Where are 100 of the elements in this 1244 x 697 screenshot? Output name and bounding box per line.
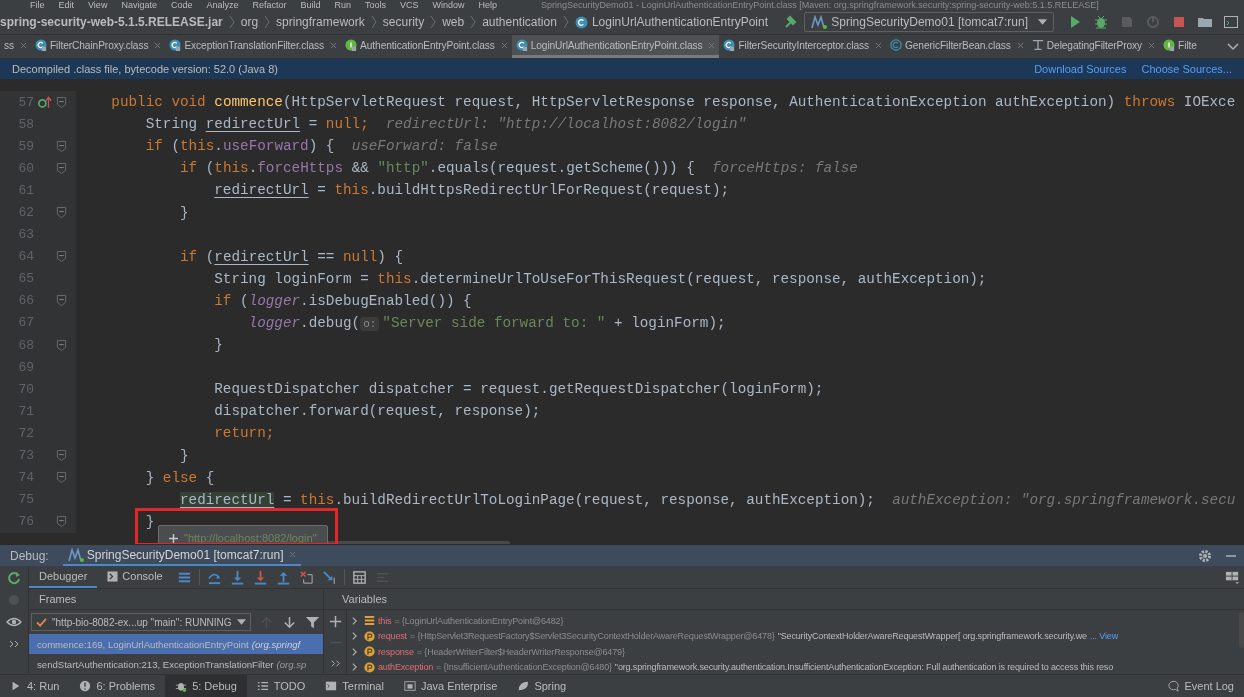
fold-marker-icon[interactable] bbox=[56, 95, 67, 109]
editor-tab[interactable]: FilterSecurityInterceptor.class bbox=[719, 35, 886, 58]
arrow-down-icon[interactable] bbox=[252, 569, 268, 585]
menu-item[interactable]: View bbox=[88, 0, 108, 10]
tool-window-button[interactable]: 5: Debug bbox=[165, 675, 247, 697]
menu-item[interactable]: Run bbox=[334, 0, 351, 10]
run-to-cursor-icon[interactable] bbox=[321, 569, 337, 585]
variable-name: redirectUrl bbox=[205, 116, 301, 133]
menu-item[interactable]: File bbox=[30, 0, 45, 10]
exclamation-icon bbox=[79, 680, 92, 692]
field-name: forceHttps bbox=[257, 160, 344, 177]
editor-tab[interactable]: ss bbox=[0, 35, 31, 58]
event-log-button[interactable]: Event Log bbox=[1157, 675, 1244, 697]
code-text: ( bbox=[205, 248, 215, 265]
type-icon bbox=[1031, 39, 1044, 51]
close-icon[interactable] bbox=[708, 41, 716, 49]
profiler-icon[interactable] bbox=[1145, 14, 1161, 30]
filter-icon[interactable] bbox=[304, 614, 320, 630]
close-icon[interactable] bbox=[330, 41, 338, 49]
debugger-tab[interactable]: Console bbox=[97, 566, 173, 588]
tool-window-button[interactable]: TODO bbox=[246, 675, 316, 697]
editor-tab[interactable]: AuthenticationEntryPoint.class bbox=[341, 35, 512, 58]
breadcrumb[interactable]: web bbox=[442, 15, 465, 29]
close-icon[interactable] bbox=[1016, 41, 1024, 49]
fold-marker-icon[interactable] bbox=[56, 206, 67, 219]
fold-marker-icon[interactable] bbox=[56, 515, 67, 529]
breadcrumb[interactable]: authentication bbox=[482, 15, 557, 29]
menu-item[interactable]: Edit bbox=[58, 0, 75, 10]
close-icon[interactable] bbox=[289, 551, 297, 558]
fold-marker-icon[interactable] bbox=[56, 471, 67, 485]
menu-item[interactable]: VCS bbox=[400, 0, 419, 10]
tool-window-button[interactable]: Terminal bbox=[315, 675, 394, 697]
editor-tab[interactable]: ExceptionTranslationFilter.class bbox=[165, 35, 342, 58]
run-configuration-dropdown[interactable]: SpringSecurityDemo01 [tomcat7:run] bbox=[804, 12, 1054, 32]
menu-item[interactable]: Window bbox=[432, 0, 465, 10]
editor-tab[interactable]: LoginUrlAuthenticationEntryPoint.class bbox=[511, 35, 720, 58]
drop-frame-icon[interactable] bbox=[298, 569, 314, 585]
breadcrumb[interactable]: org bbox=[240, 15, 259, 29]
close-icon[interactable] bbox=[500, 41, 508, 49]
keyword: this bbox=[334, 182, 369, 199]
stop-icon[interactable] bbox=[1171, 14, 1187, 30]
fold-marker-icon[interactable] bbox=[56, 294, 67, 308]
tool-window-button[interactable]: 4: Run bbox=[0, 675, 70, 697]
tool-window-button[interactable]: Spring bbox=[507, 675, 577, 697]
inline-value-hint: redirectUrl: "http://localhost:8082/login" bbox=[385, 116, 747, 133]
close-icon[interactable] bbox=[1148, 41, 1156, 49]
arrow-up-icon[interactable] bbox=[275, 569, 291, 585]
editor-tab[interactable]: DelegatingFilterProxy bbox=[1027, 35, 1160, 58]
coverage-icon[interactable] bbox=[1119, 14, 1135, 30]
variable-name: this bbox=[378, 615, 392, 626]
stack-frame[interactable]: commence:169, LoginUrlAuthenticationEntryPoint (org.springf bbox=[29, 634, 323, 654]
editor-tab[interactable]: FilterChainProxy.class bbox=[31, 35, 166, 58]
fold-marker-icon[interactable] bbox=[56, 139, 67, 153]
variable-value: = {InsufficientAuthenticationException@6480} bbox=[436, 662, 612, 673]
chevron-down-icon[interactable] bbox=[1227, 43, 1239, 51]
stack-frame[interactable]: sendStartAuthentication:213, ExceptionTranslationFilter (org.sp bbox=[29, 654, 323, 674]
debug-icon[interactable] bbox=[1093, 14, 1109, 30]
menu-item[interactable]: Help bbox=[478, 0, 498, 10]
breadcrumb[interactable]: security bbox=[382, 15, 425, 29]
expand-plus-icon[interactable] bbox=[169, 533, 178, 543]
view-link[interactable]: ... View bbox=[1089, 631, 1119, 642]
fold-marker-icon[interactable] bbox=[56, 250, 67, 264]
implements-marker-icon[interactable] bbox=[38, 95, 52, 109]
thread-dropdown[interactable]: "http-bio-8082-ex...up "main": RUNNING bbox=[31, 613, 251, 631]
code-text: } bbox=[179, 447, 189, 464]
close-icon[interactable] bbox=[874, 41, 882, 49]
fold-marker-icon[interactable] bbox=[56, 161, 67, 175]
chevron-icon bbox=[470, 15, 477, 29]
fold-marker-icon[interactable] bbox=[56, 338, 67, 352]
menu-item[interactable]: Build bbox=[300, 0, 321, 10]
banner-link[interactable]: Download Sources bbox=[1034, 63, 1127, 75]
keyword: if bbox=[145, 138, 164, 155]
terminal-icon[interactable] bbox=[1223, 14, 1239, 30]
close-icon[interactable] bbox=[154, 41, 162, 49]
calculator-icon[interactable] bbox=[351, 569, 367, 585]
banner-link[interactable]: Choose Sources... bbox=[1141, 63, 1232, 75]
arrow-down-icon[interactable] bbox=[229, 569, 245, 585]
menu-item[interactable]: Analyze bbox=[206, 0, 239, 10]
menu-item[interactable]: Tools bbox=[365, 0, 387, 10]
add-icon[interactable] bbox=[327, 614, 343, 629]
layout-icon[interactable] bbox=[1225, 569, 1240, 585]
settings-icon[interactable] bbox=[1197, 547, 1213, 564]
menu-item[interactable]: Refactor bbox=[252, 0, 287, 10]
variable-name: request bbox=[378, 631, 407, 642]
breadcrumb[interactable]: LoginUrlAuthenticationEntryPoint bbox=[591, 15, 768, 29]
editor-tab[interactable]: GenericFilterBean.class bbox=[885, 35, 1028, 58]
breadcrumb[interactable]: spring-security-web-5.1.5.RELEASE.jar bbox=[0, 15, 223, 29]
close-icon[interactable] bbox=[20, 41, 27, 49]
tool-window-button[interactable]: Java Enterprise bbox=[393, 675, 508, 697]
breadcrumb[interactable]: springframework bbox=[276, 15, 365, 29]
menu-item[interactable]: Code bbox=[170, 0, 193, 10]
rerun-icon[interactable] bbox=[6, 570, 22, 586]
debugger-tab[interactable]: Debugger bbox=[29, 566, 98, 588]
code-text: } bbox=[145, 513, 155, 530]
tool-window-button[interactable]: 6: Problems bbox=[69, 675, 166, 697]
menu-item[interactable]: Navigate bbox=[121, 0, 157, 10]
debug-session-tab[interactable]: SpringSecurityDemo01 [tomcat7:run] bbox=[62, 545, 302, 566]
method-name: commence bbox=[214, 94, 283, 111]
fold-marker-icon[interactable] bbox=[56, 449, 67, 463]
editor-tab[interactable]: Filte bbox=[1159, 35, 1201, 58]
